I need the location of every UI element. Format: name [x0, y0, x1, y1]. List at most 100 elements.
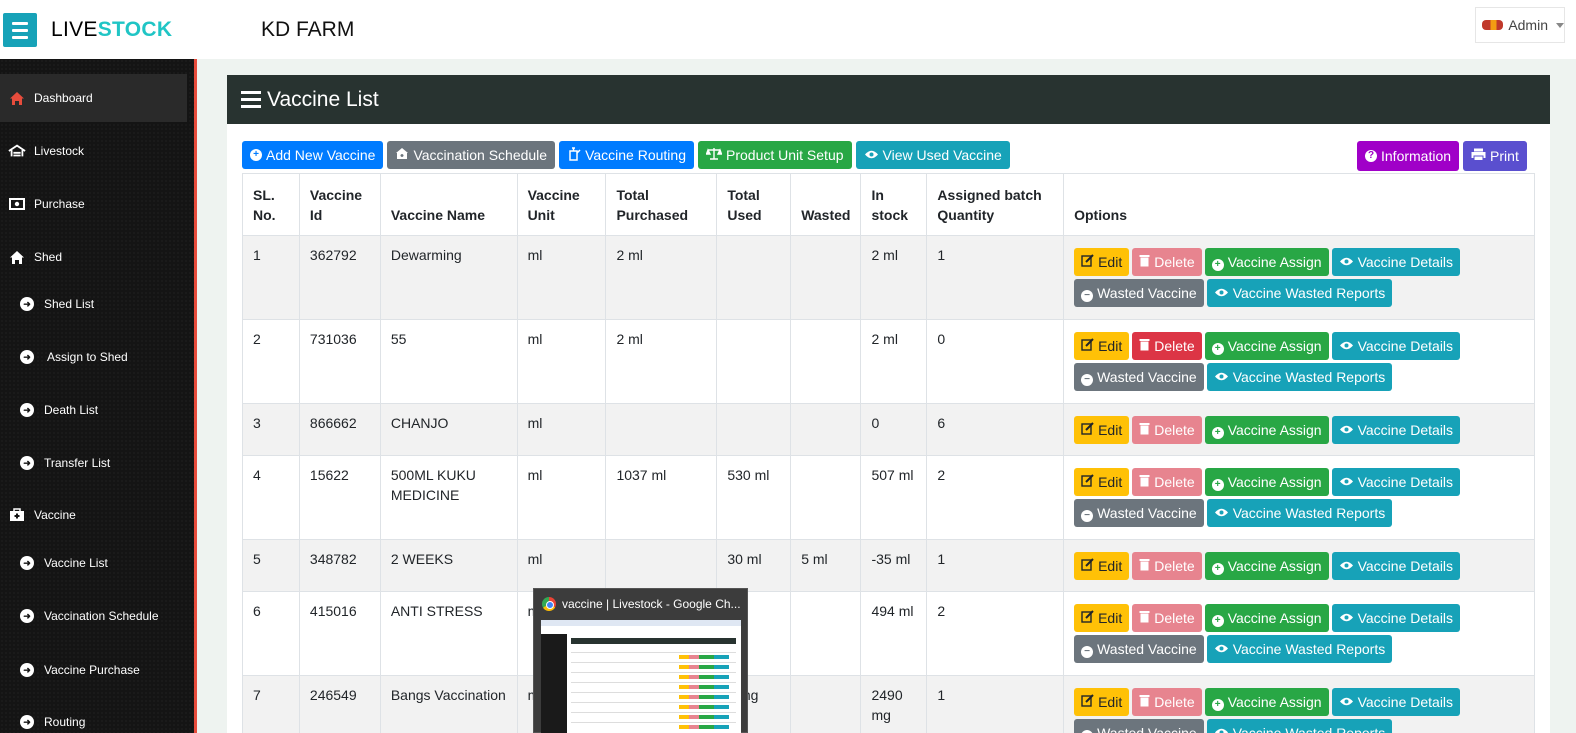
- eye-icon: [1214, 367, 1229, 387]
- minus-circle-icon: −: [1081, 503, 1094, 523]
- vaccine-details-button[interactable]: Vaccine Details: [1331, 688, 1461, 716]
- wasted-vaccine-button[interactable]: −Wasted Vaccine: [1074, 499, 1204, 527]
- column-header: Options: [1063, 173, 1535, 236]
- vaccine-wasted-reports-button[interactable]: Vaccine Wasted Reports: [1206, 279, 1393, 307]
- plus-circle-icon: +: [1211, 336, 1224, 356]
- table-cell-options: Edit Delete + Vaccine Assign Vaccine Details…: [1063, 591, 1535, 676]
- sidebar-item-livestock[interactable]: Livestock: [0, 127, 187, 175]
- delete-button[interactable]: Delete: [1132, 332, 1202, 360]
- wasted-vaccine-button[interactable]: −Wasted Vaccine: [1074, 279, 1204, 307]
- add-new-vaccine-button[interactable]: + Add New Vaccine: [242, 141, 384, 169]
- delete-button[interactable]: Delete: [1132, 416, 1202, 444]
- delete-button[interactable]: Delete: [1132, 604, 1202, 632]
- vaccine-details-button[interactable]: Vaccine Details: [1331, 468, 1461, 496]
- column-header: Total Purchased: [605, 173, 718, 236]
- table-cell-stock: 2 ml: [860, 235, 928, 320]
- table-cell-id: 731036: [298, 319, 381, 404]
- vaccine-assign-button[interactable]: + Vaccine Assign: [1204, 604, 1329, 632]
- edit-button[interactable]: Edit: [1074, 688, 1130, 716]
- sidebar: Dashboard Livestock Purchase Shed Shed L…: [0, 59, 197, 733]
- table-cell-unit: ml: [516, 455, 607, 540]
- sidebar-item-routing[interactable]: Routing: [0, 698, 187, 733]
- edit-button[interactable]: Edit: [1074, 552, 1130, 580]
- arrow-circle-right-icon: [18, 349, 36, 365]
- vaccine-wasted-reports-button[interactable]: Vaccine Wasted Reports: [1206, 363, 1393, 391]
- user-menu[interactable]: Admin: [1475, 7, 1565, 43]
- sidebar-item-vaccine[interactable]: Vaccine: [0, 491, 187, 539]
- table-cell-unit: ml: [516, 319, 607, 404]
- wasted-vaccine-button[interactable]: −Wasted Vaccine: [1074, 635, 1204, 663]
- delete-button[interactable]: Delete: [1132, 552, 1202, 580]
- table-cell-sl: 5: [242, 539, 300, 592]
- minus-circle-icon: −: [1081, 283, 1094, 303]
- wasted-vaccine-button[interactable]: −Wasted Vaccine: [1074, 363, 1204, 391]
- column-header: Total Used: [716, 173, 792, 236]
- table-cell-batch: 6: [926, 403, 1065, 456]
- delete-button[interactable]: Delete: [1132, 688, 1202, 716]
- edit-button[interactable]: Edit: [1074, 248, 1130, 276]
- user-avatar: [1482, 20, 1504, 30]
- table-cell-name: 55: [379, 319, 518, 404]
- home-icon: [8, 249, 26, 265]
- vaccine-details-button[interactable]: Vaccine Details: [1331, 604, 1461, 632]
- table-cell-name: CHANJO: [379, 403, 518, 456]
- card-header: Vaccine List: [227, 75, 1550, 124]
- sidebar-item-assign-to-shed[interactable]: Assign to Shed: [0, 333, 187, 381]
- vaccine-assign-button[interactable]: + Vaccine Assign: [1204, 416, 1329, 444]
- sidebar-item-transfer-list[interactable]: Transfer List: [0, 439, 187, 487]
- vaccine-details-button[interactable]: Vaccine Details: [1331, 552, 1461, 580]
- sidebar-item-vaccine-purchase[interactable]: Vaccine Purchase: [0, 646, 187, 694]
- table-cell-stock: -35 ml: [860, 539, 928, 592]
- sidebar-item-shed-list[interactable]: Shed List: [0, 280, 187, 328]
- table-row: 1 362792 Dewarming ml 2 ml 2 ml 1 Edit Delete + Va…: [242, 235, 1535, 320]
- edit-button[interactable]: Edit: [1074, 332, 1130, 360]
- sidebar-item-vaccination-schedule[interactable]: Vaccination Schedule: [0, 592, 187, 640]
- table-cell-sl: 1: [242, 235, 300, 320]
- vaccine-wasted-reports-button[interactable]: Vaccine Wasted Reports: [1206, 499, 1393, 527]
- information-button[interactable]: ? Information: [1357, 141, 1460, 171]
- edit-button[interactable]: Edit: [1074, 416, 1130, 444]
- vaccine-assign-button[interactable]: + Vaccine Assign: [1204, 332, 1329, 360]
- vaccine-wasted-reports-button[interactable]: Vaccine Wasted Reports: [1206, 635, 1393, 663]
- plus-circle-icon: +: [250, 149, 262, 161]
- sidebar-item-purchase[interactable]: Purchase: [0, 180, 187, 228]
- print-button[interactable]: Print: [1463, 141, 1527, 171]
- edit-button[interactable]: Edit: [1074, 468, 1130, 496]
- edit-button[interactable]: Edit: [1074, 604, 1130, 632]
- eye-icon: [1214, 283, 1229, 303]
- vaccine-details-button[interactable]: Vaccine Details: [1331, 416, 1461, 444]
- table-cell-name: Bangs Vaccination: [379, 675, 518, 733]
- sidebar-item-vaccine-list[interactable]: Vaccine List: [0, 539, 187, 587]
- table-cell-purchased: [605, 539, 718, 592]
- vaccine-details-button[interactable]: Vaccine Details: [1331, 248, 1461, 276]
- vaccine-details-button[interactable]: Vaccine Details: [1331, 332, 1461, 360]
- wasted-vaccine-button[interactable]: −Wasted Vaccine: [1074, 719, 1204, 733]
- vaccine-wasted-reports-button[interactable]: Vaccine Wasted Reports: [1206, 719, 1393, 733]
- table-row: 3 866662 CHANJO ml 0 6 Edit Delete + Vaccine Assi…: [242, 403, 1535, 456]
- sidebar-item-death-list[interactable]: Death List: [0, 386, 187, 434]
- table-row: 2 731036 55 ml 2 ml 2 ml 0 Edit Delete + Vaccine A…: [242, 319, 1535, 404]
- delete-button[interactable]: Delete: [1132, 468, 1202, 496]
- menu-toggle-button[interactable]: [3, 13, 37, 47]
- vaccine-assign-button[interactable]: + Vaccine Assign: [1204, 552, 1329, 580]
- vaccine-assign-button[interactable]: + Vaccine Assign: [1204, 248, 1329, 276]
- vaccine-assign-button[interactable]: + Vaccine Assign: [1204, 688, 1329, 716]
- window-preview-tooltip[interactable]: vaccine | Livestock - Google Ch...: [533, 588, 748, 733]
- table-cell-stock: 0: [860, 403, 928, 456]
- vaccine-routing-button[interactable]: Vaccine Routing: [559, 141, 694, 169]
- table-cell-sl: 4: [242, 455, 300, 540]
- view-used-vaccine-button[interactable]: View Used Vaccine: [855, 141, 1010, 169]
- sidebar-item-dashboard[interactable]: Dashboard: [0, 74, 187, 122]
- table-cell-unit: ml: [516, 235, 607, 320]
- vaccine-assign-button[interactable]: + Vaccine Assign: [1204, 468, 1329, 496]
- vaccination-schedule-button[interactable]: Vaccination Schedule: [387, 141, 556, 169]
- eye-icon: [1339, 608, 1354, 628]
- table-cell-batch: 1: [926, 675, 1065, 733]
- product-unit-setup-button[interactable]: Product Unit Setup: [698, 141, 852, 169]
- column-header: Vaccine Id: [298, 173, 381, 236]
- eye-icon: [1339, 472, 1354, 492]
- table-cell-wasted: [790, 235, 862, 320]
- sidebar-item-shed[interactable]: Shed: [0, 233, 187, 281]
- brand-logo[interactable]: LIVESTOCK: [51, 18, 172, 42]
- delete-button[interactable]: Delete: [1132, 248, 1202, 276]
